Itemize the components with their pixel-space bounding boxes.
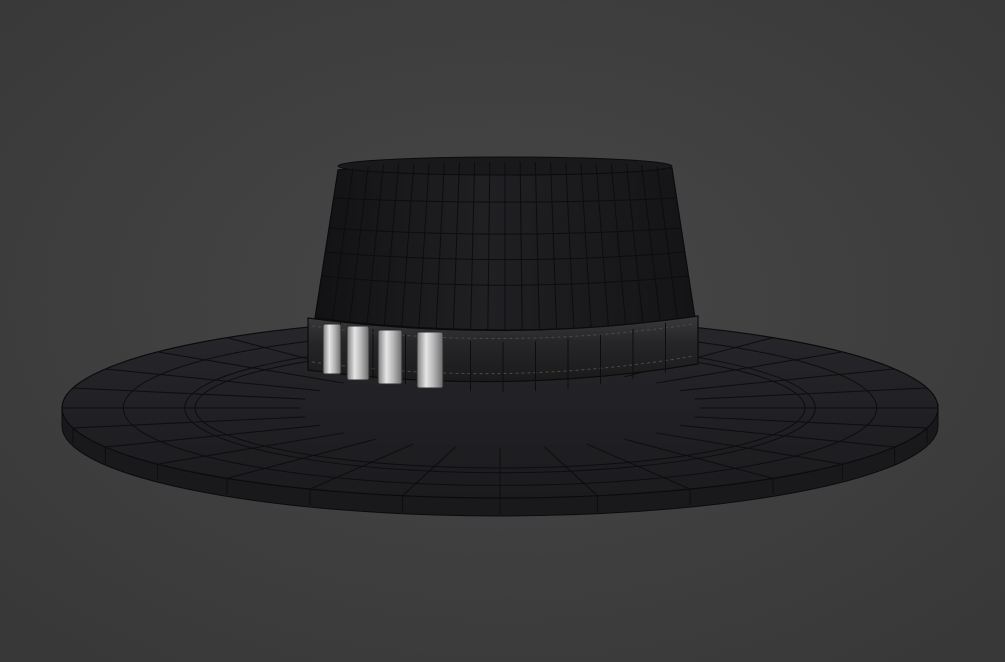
3d-viewport[interactable]: [0, 0, 1005, 662]
buckle-3: [377, 329, 403, 385]
hat-render: [0, 0, 1005, 662]
buckle-2: [346, 325, 370, 381]
buckle-4: [416, 331, 444, 389]
hat-crown: [314, 156, 696, 331]
buckle-1: [322, 323, 342, 375]
